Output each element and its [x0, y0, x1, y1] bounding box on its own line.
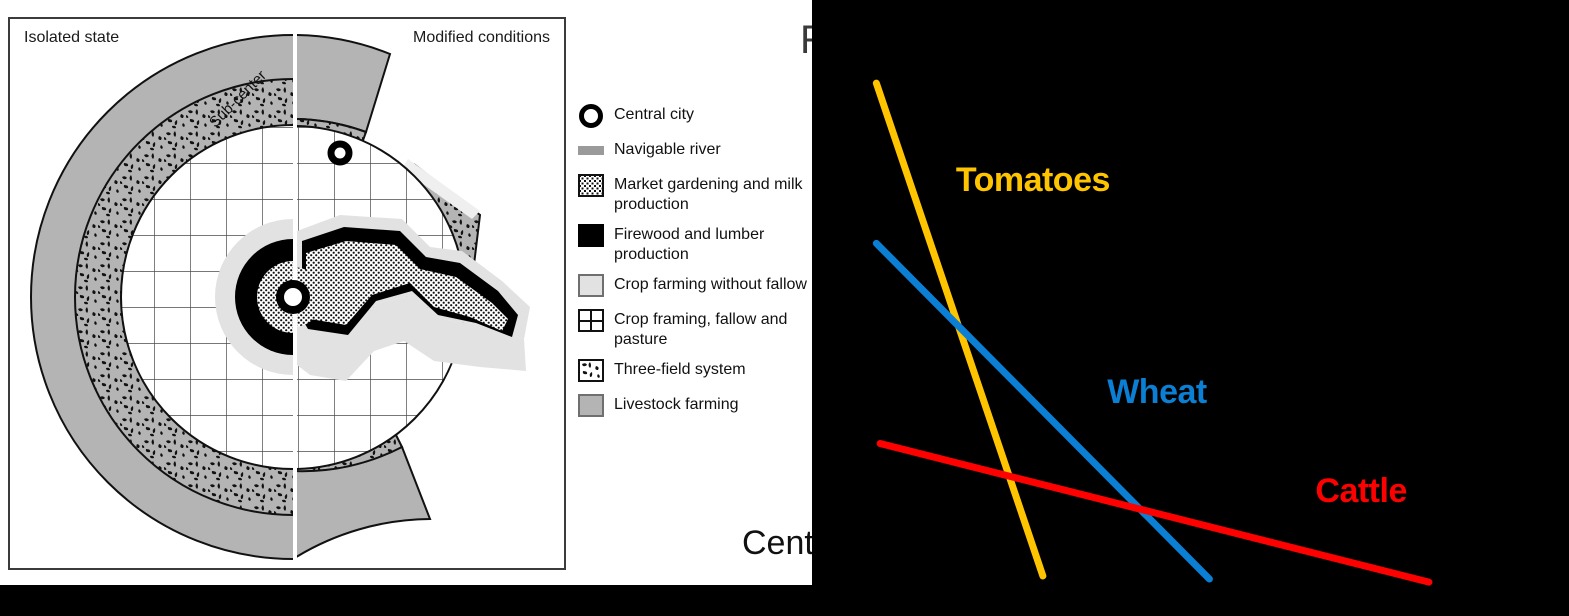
- map-legend: Central city Navigable river Market gard…: [578, 104, 814, 429]
- legend-item-crop-fallow: Crop framing, fallow and pasture: [578, 309, 814, 350]
- legend-label-central-city: Central city: [614, 106, 695, 123]
- legend-label-livestock: Livestock farming: [614, 396, 739, 413]
- von-thunen-rings-diagram: [30, 34, 530, 560]
- line-cattle: [876, 440, 1433, 586]
- legend-label-market-gardening: Market gardening and milk production: [614, 176, 803, 213]
- legend-label-firewood: Firewood and lumber production: [614, 226, 765, 263]
- crop-fallow-pasture-icon: [578, 309, 604, 332]
- series-label-wheat: Wheat: [1107, 373, 1207, 412]
- bid-rent-lines: [872, 79, 1433, 586]
- legend-item-firewood: Firewood and lumber production: [578, 224, 814, 265]
- von-thunen-figure-panel: Isolated state Modified conditions Sub-c…: [0, 0, 829, 586]
- legend-label-crop-fallow: Crop framing, fallow and pasture: [614, 311, 788, 348]
- firewood-lumber-icon: [578, 224, 604, 247]
- series-label-tomatoes: Tomatoes: [955, 160, 1111, 199]
- navigable-river-icon: [578, 146, 604, 155]
- livestock-farming-icon: [578, 394, 604, 417]
- legend-label-three-field: Three-field system: [614, 361, 746, 378]
- legend-item-crop-no-fallow: Crop farming without fallow: [578, 274, 814, 300]
- legend-item-central-city: Central city: [578, 104, 814, 130]
- legend-item-livestock: Livestock farming: [578, 394, 814, 420]
- bid-rent-chart: Tomatoes Wheat Cattle: [812, 0, 1569, 616]
- legend-label-navigable-river: Navigable river: [614, 141, 721, 158]
- legend-item-navigable-river: Navigable river: [578, 139, 814, 165]
- legend-item-market-gardening: Market gardening and milk production: [578, 174, 814, 215]
- three-field-system-icon: [578, 359, 604, 382]
- crop-without-fallow-icon: [578, 274, 604, 297]
- legend-item-three-field: Three-field system: [578, 359, 814, 385]
- diagram-box: Isolated state Modified conditions Sub-c…: [8, 17, 566, 570]
- market-gardening-icon: [578, 174, 604, 197]
- series-label-cattle: Cattle: [1315, 471, 1407, 510]
- legend-label-crop-no-fallow: Crop farming without fallow: [614, 276, 807, 293]
- screenshot-root: Isolated state Modified conditions Sub-c…: [0, 0, 1569, 616]
- central-city-icon: [578, 104, 604, 128]
